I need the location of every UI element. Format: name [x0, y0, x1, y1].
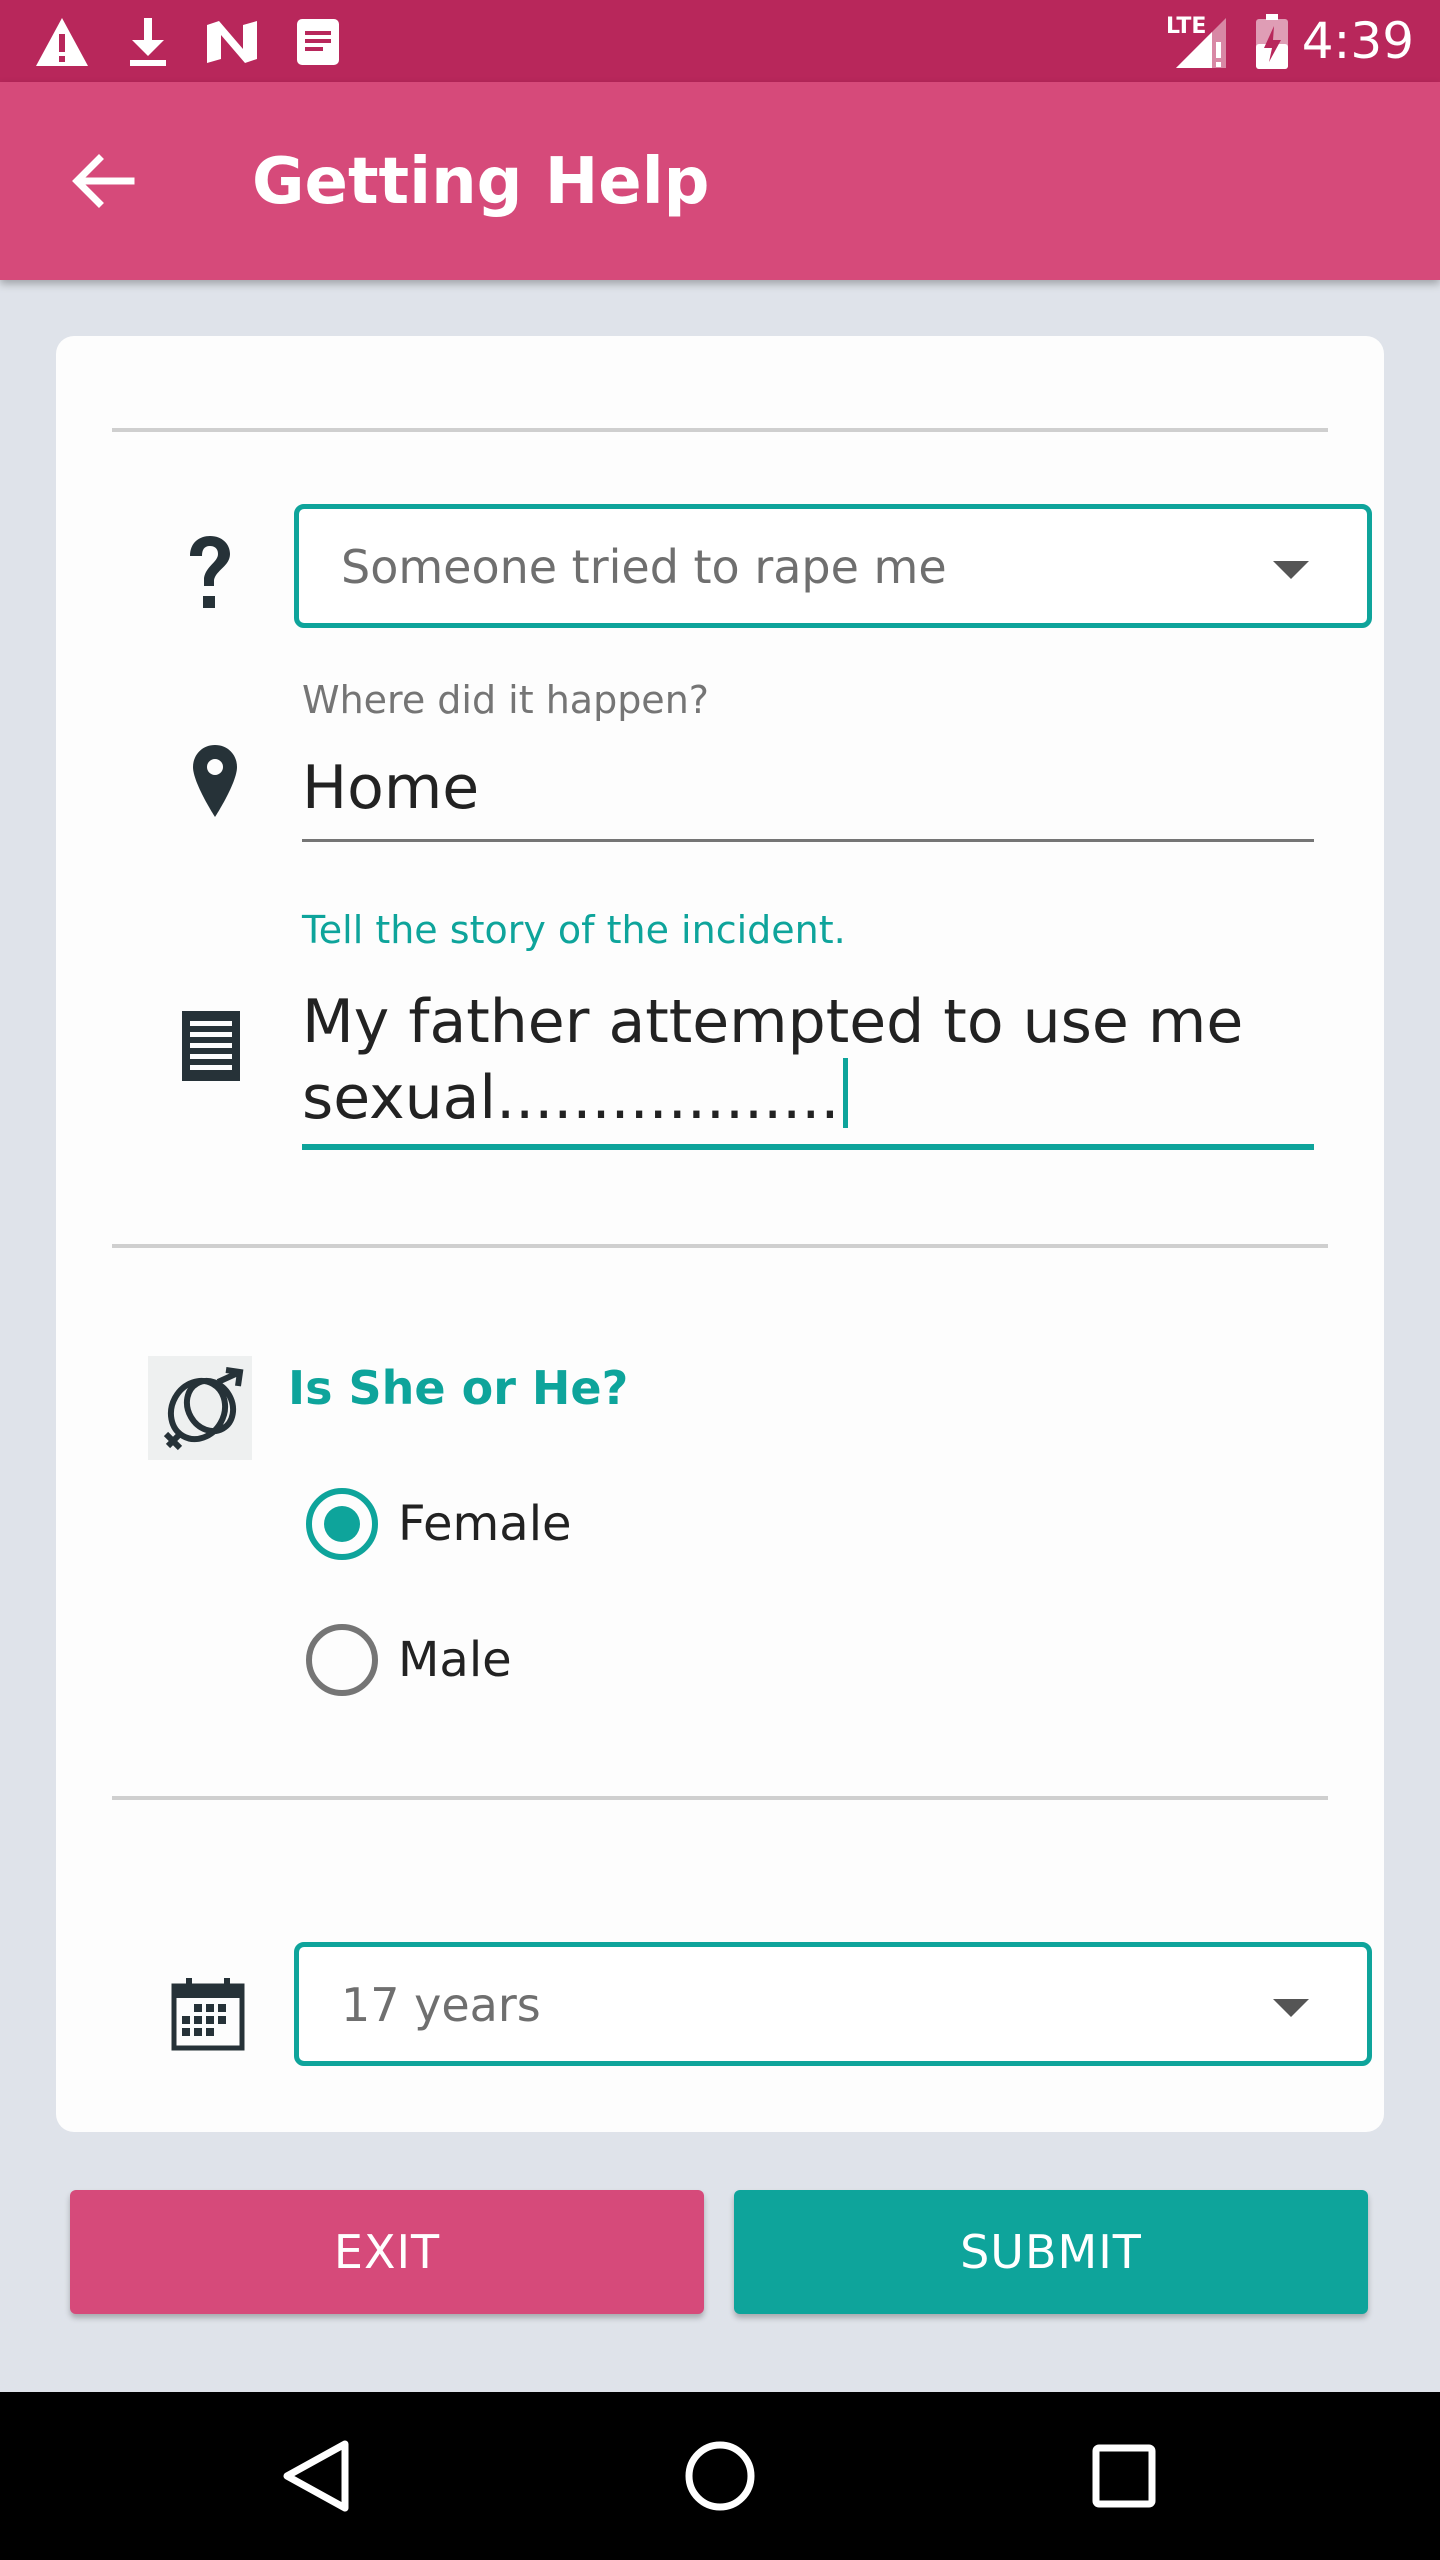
- divider: [112, 1244, 1328, 1248]
- story-label: Tell the story of the incident.: [302, 908, 846, 952]
- gender-label: Is She or He?: [288, 1361, 629, 1415]
- location-pin-icon: [180, 736, 250, 826]
- arrow-left-icon: [72, 154, 135, 208]
- dropdown-arrow-icon: [1273, 1999, 1309, 2017]
- story-line-2: sexual..................: [302, 1063, 840, 1133]
- navigation-bar: [0, 2392, 1440, 2560]
- age-value: 17 years: [341, 1978, 541, 2032]
- radio-dot: [324, 1506, 360, 1542]
- notes-icon: [288, 12, 348, 72]
- gender-icon: [148, 1356, 252, 1460]
- incident-type-dropdown[interactable]: Someone tried to rape me: [294, 504, 1372, 628]
- battery-icon: [1242, 12, 1302, 72]
- page-title: Getting Help: [252, 145, 710, 219]
- warning-icon: [32, 12, 92, 72]
- female-label[interactable]: Female: [398, 1494, 572, 1554]
- clock: 4:39: [1301, 12, 1414, 70]
- circle-home-icon: [685, 2441, 755, 2511]
- nav-recents-button[interactable]: [1074, 2426, 1174, 2526]
- location-input[interactable]: Home: [302, 752, 479, 824]
- question-icon: [164, 524, 254, 624]
- form-card: Someone tried to rape me Where did it ha…: [56, 336, 1384, 2132]
- exit-button[interactable]: EXIT: [70, 2190, 704, 2314]
- story-line-1: My father attempted to use me: [302, 987, 1244, 1057]
- divider: [112, 428, 1328, 432]
- signal-icon: [1170, 12, 1230, 72]
- status-bar: LTE 4:39: [0, 0, 1440, 82]
- story-underline: [302, 1144, 1314, 1150]
- nav-back-button[interactable]: [266, 2426, 366, 2526]
- radio-male[interactable]: [306, 1624, 378, 1696]
- text-cursor: [843, 1058, 849, 1128]
- square-recents-icon: [1092, 2444, 1156, 2508]
- dropdown-arrow-icon: [1273, 561, 1309, 579]
- triangle-back-icon: [283, 2440, 349, 2512]
- story-input[interactable]: My father attempted to use me sexual....…: [302, 986, 1243, 1134]
- incident-type-value: Someone tried to rape me: [341, 540, 947, 594]
- app-bar: Getting Help: [0, 82, 1440, 280]
- age-dropdown[interactable]: 17 years: [294, 1942, 1372, 2066]
- nav-home-button[interactable]: [670, 2426, 770, 2526]
- male-label[interactable]: Male: [398, 1630, 512, 1690]
- submit-button[interactable]: SUBMIT: [734, 2190, 1368, 2314]
- radio-female[interactable]: [306, 1488, 378, 1560]
- divider: [112, 1796, 1328, 1800]
- document-icon: [166, 996, 256, 1096]
- location-underline: [302, 839, 1314, 842]
- calendar-icon: [160, 1964, 256, 2064]
- back-button[interactable]: [58, 136, 148, 226]
- download-icon: [118, 12, 178, 72]
- location-label: Where did it happen?: [302, 678, 709, 722]
- app-n-icon: [202, 12, 262, 72]
